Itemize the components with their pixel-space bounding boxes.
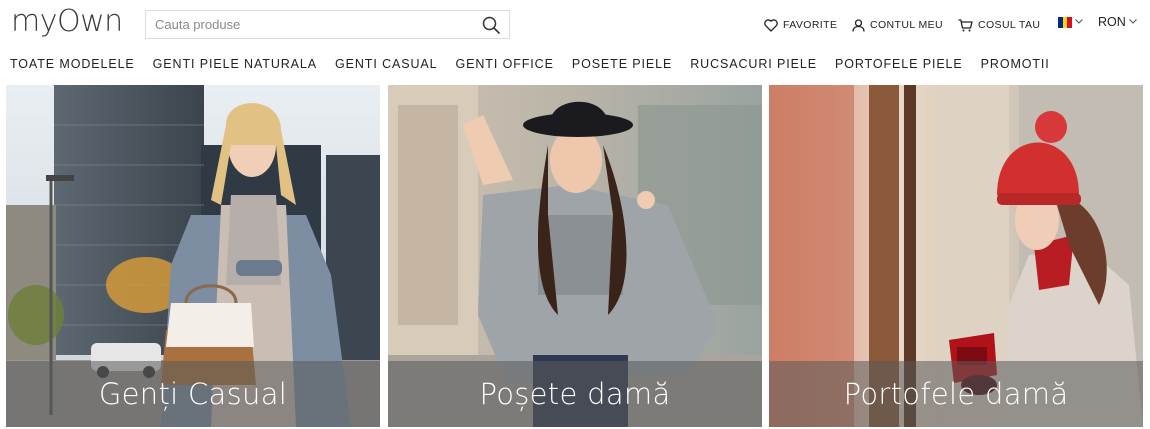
cart-label: COSUL TAU — [978, 19, 1041, 31]
search-bar — [145, 10, 510, 39]
banner-caption: Portofele damă — [769, 361, 1143, 427]
romania-flag-icon[interactable] — [1058, 17, 1073, 28]
favorites-label: FAVORITE — [783, 19, 838, 31]
account-link[interactable]: CONTUL MEU — [852, 16, 943, 34]
nav-item-genti-piele-naturala[interactable]: GENTI PIELE NATURALA — [153, 57, 317, 75]
chevron-down-icon[interactable] — [1128, 16, 1138, 26]
main-navigation: TOATE MODELELE GENTI PIELE NATURALA GENT… — [10, 57, 1068, 75]
nav-item-promotii[interactable]: PROMOTII — [981, 57, 1050, 75]
chevron-down-icon[interactable] — [1074, 16, 1084, 26]
banner-caption: Genți Casual — [6, 361, 380, 427]
currency-selector[interactable]: RON — [1098, 15, 1126, 29]
favorites-link[interactable]: FAVORITE — [764, 16, 837, 34]
site-logo[interactable]: myOwn — [11, 4, 123, 39]
account-label: CONTUL MEU — [870, 19, 944, 31]
banner-genti-casual[interactable]: Genți Casual — [6, 85, 380, 427]
banner-caption-text: Poșete damă — [479, 377, 671, 411]
site-header: myOwn FAVORITE CONTUL MEU COSUL TAU — [0, 0, 1150, 50]
nav-item-genti-office[interactable]: GENTI OFFICE — [456, 57, 554, 75]
nav-item-toate-modelele[interactable]: TOATE MODELELE — [10, 57, 135, 75]
banner-posete-dama[interactable]: Poșete damă — [388, 85, 762, 427]
cart-link[interactable]: COSUL TAU — [958, 16, 1040, 34]
heart-icon — [764, 18, 778, 32]
banner-caption-text: Portofele damă — [843, 377, 1069, 411]
banner-portofele-dama[interactable]: Portofele damă — [769, 85, 1143, 427]
cart-icon — [958, 18, 973, 31]
nav-item-portofele-piele[interactable]: PORTOFELE PIELE — [835, 57, 963, 75]
banner-caption-text: Genți Casual — [98, 377, 288, 411]
user-icon — [852, 18, 865, 32]
search-input[interactable] — [146, 11, 476, 38]
nav-item-rucsacuri-piele[interactable]: RUCSACURI PIELE — [690, 57, 817, 75]
search-icon[interactable] — [481, 15, 501, 35]
currency-label: RON — [1098, 15, 1126, 29]
banner-caption: Poșete damă — [388, 361, 762, 427]
nav-item-posete-piele[interactable]: POSETE PIELE — [572, 57, 672, 75]
nav-item-genti-casual[interactable]: GENTI CASUAL — [335, 57, 438, 75]
